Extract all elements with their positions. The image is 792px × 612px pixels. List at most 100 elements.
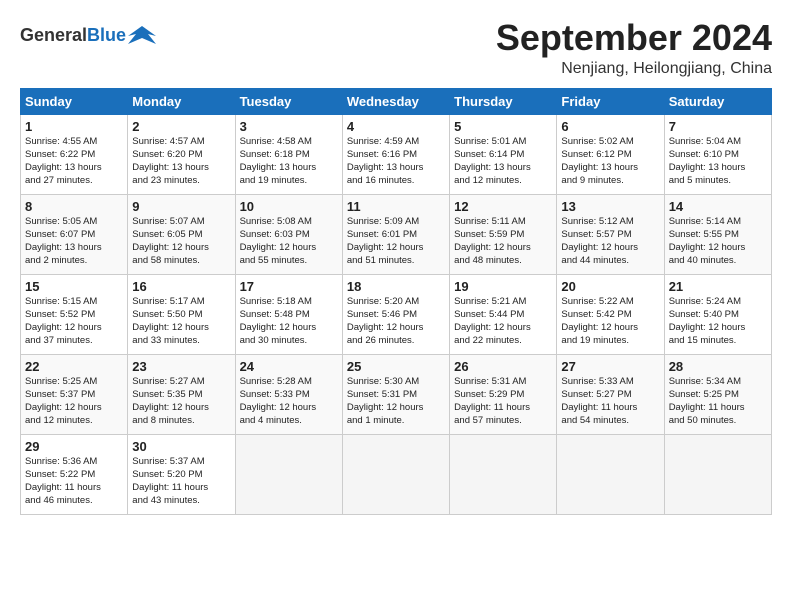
day-number: 8	[25, 198, 123, 216]
calendar-cell: 1Sunrise: 4:55 AMSunset: 6:22 PMDaylight…	[21, 114, 128, 194]
day-info: Daylight: 12 hours	[25, 322, 123, 335]
day-info: Sunset: 5:33 PM	[240, 389, 338, 402]
day-info: Sunset: 5:44 PM	[454, 309, 552, 322]
day-info: Sunset: 5:29 PM	[454, 389, 552, 402]
month-title: September 2024	[496, 18, 772, 58]
calendar-cell: 25Sunrise: 5:30 AMSunset: 5:31 PMDayligh…	[342, 354, 449, 434]
day-number: 23	[132, 358, 230, 376]
day-info: Daylight: 11 hours	[669, 402, 767, 415]
day-number: 28	[669, 358, 767, 376]
calendar-cell: 4Sunrise: 4:59 AMSunset: 6:16 PMDaylight…	[342, 114, 449, 194]
day-info: Sunset: 6:22 PM	[25, 149, 123, 162]
day-info: and 12 minutes.	[454, 175, 552, 188]
calendar-cell: 13Sunrise: 5:12 AMSunset: 5:57 PMDayligh…	[557, 194, 664, 274]
day-info: and 50 minutes.	[669, 415, 767, 428]
calendar-cell: 26Sunrise: 5:31 AMSunset: 5:29 PMDayligh…	[450, 354, 557, 434]
day-info: Sunrise: 5:14 AM	[669, 216, 767, 229]
day-info: Sunrise: 5:15 AM	[25, 296, 123, 309]
day-info: Daylight: 13 hours	[669, 162, 767, 175]
page: GeneralBlue September 2024 Nenjiang, Hei…	[0, 0, 792, 525]
day-info: Sunrise: 5:24 AM	[669, 296, 767, 309]
day-info: Sunset: 5:37 PM	[25, 389, 123, 402]
day-info: Daylight: 12 hours	[132, 322, 230, 335]
logo: GeneralBlue	[20, 22, 156, 50]
day-info: Daylight: 12 hours	[132, 402, 230, 415]
day-info: Sunset: 5:42 PM	[561, 309, 659, 322]
day-number: 20	[561, 278, 659, 296]
day-info: and 1 minute.	[347, 415, 445, 428]
calendar-cell: 22Sunrise: 5:25 AMSunset: 5:37 PMDayligh…	[21, 354, 128, 434]
day-info: Daylight: 12 hours	[347, 322, 445, 335]
calendar-cell: 2Sunrise: 4:57 AMSunset: 6:20 PMDaylight…	[128, 114, 235, 194]
day-number: 18	[347, 278, 445, 296]
day-info: Sunrise: 5:18 AM	[240, 296, 338, 309]
calendar-cell: 17Sunrise: 5:18 AMSunset: 5:48 PMDayligh…	[235, 274, 342, 354]
calendar-cell: 11Sunrise: 5:09 AMSunset: 6:01 PMDayligh…	[342, 194, 449, 274]
day-info: and 5 minutes.	[669, 175, 767, 188]
day-info: Sunrise: 4:57 AM	[132, 136, 230, 149]
day-info: and 19 minutes.	[561, 335, 659, 348]
day-info: Sunset: 5:59 PM	[454, 229, 552, 242]
day-info: Sunset: 6:05 PM	[132, 229, 230, 242]
day-info: Sunset: 5:55 PM	[669, 229, 767, 242]
day-info: Sunrise: 5:02 AM	[561, 136, 659, 149]
weekday-header-monday: Monday	[128, 88, 235, 114]
day-info: and 51 minutes.	[347, 255, 445, 268]
day-number: 30	[132, 438, 230, 456]
day-info: and 48 minutes.	[454, 255, 552, 268]
calendar-cell: 19Sunrise: 5:21 AMSunset: 5:44 PMDayligh…	[450, 274, 557, 354]
day-info: and 44 minutes.	[561, 255, 659, 268]
day-info: Sunrise: 5:31 AM	[454, 376, 552, 389]
calendar-cell	[557, 434, 664, 514]
day-info: Sunset: 5:27 PM	[561, 389, 659, 402]
calendar-cell: 28Sunrise: 5:34 AMSunset: 5:25 PMDayligh…	[664, 354, 771, 434]
day-info: and 33 minutes.	[132, 335, 230, 348]
day-number: 17	[240, 278, 338, 296]
day-info: and 30 minutes.	[240, 335, 338, 348]
day-number: 3	[240, 118, 338, 136]
day-info: Daylight: 13 hours	[561, 162, 659, 175]
day-info: and 9 minutes.	[561, 175, 659, 188]
calendar-cell: 18Sunrise: 5:20 AMSunset: 5:46 PMDayligh…	[342, 274, 449, 354]
day-info: Daylight: 12 hours	[454, 322, 552, 335]
calendar-week-row: 15Sunrise: 5:15 AMSunset: 5:52 PMDayligh…	[21, 274, 772, 354]
weekday-header-tuesday: Tuesday	[235, 88, 342, 114]
day-info: Sunset: 6:01 PM	[347, 229, 445, 242]
day-info: Sunrise: 5:25 AM	[25, 376, 123, 389]
day-info: Sunrise: 4:58 AM	[240, 136, 338, 149]
day-info: Daylight: 13 hours	[25, 162, 123, 175]
day-info: Sunset: 5:40 PM	[669, 309, 767, 322]
day-info: Sunset: 6:07 PM	[25, 229, 123, 242]
day-info: Sunrise: 5:11 AM	[454, 216, 552, 229]
calendar-cell: 30Sunrise: 5:37 AMSunset: 5:20 PMDayligh…	[128, 434, 235, 514]
day-info: Daylight: 12 hours	[347, 242, 445, 255]
day-number: 9	[132, 198, 230, 216]
day-info: Sunrise: 5:21 AM	[454, 296, 552, 309]
day-info: Sunset: 5:22 PM	[25, 469, 123, 482]
day-info: Daylight: 12 hours	[240, 242, 338, 255]
day-info: Daylight: 11 hours	[454, 402, 552, 415]
day-number: 29	[25, 438, 123, 456]
day-info: Daylight: 13 hours	[454, 162, 552, 175]
day-info: Daylight: 12 hours	[669, 242, 767, 255]
header: GeneralBlue September 2024 Nenjiang, Hei…	[20, 18, 772, 78]
calendar-week-row: 29Sunrise: 5:36 AMSunset: 5:22 PMDayligh…	[21, 434, 772, 514]
calendar-cell: 20Sunrise: 5:22 AMSunset: 5:42 PMDayligh…	[557, 274, 664, 354]
calendar-cell: 6Sunrise: 5:02 AMSunset: 6:12 PMDaylight…	[557, 114, 664, 194]
day-info: Sunset: 6:16 PM	[347, 149, 445, 162]
day-info: Sunrise: 5:08 AM	[240, 216, 338, 229]
day-number: 25	[347, 358, 445, 376]
day-info: Sunset: 5:25 PM	[669, 389, 767, 402]
weekday-header-sunday: Sunday	[21, 88, 128, 114]
calendar-cell: 16Sunrise: 5:17 AMSunset: 5:50 PMDayligh…	[128, 274, 235, 354]
day-info: Daylight: 13 hours	[347, 162, 445, 175]
calendar-cell: 12Sunrise: 5:11 AMSunset: 5:59 PMDayligh…	[450, 194, 557, 274]
day-info: and 58 minutes.	[132, 255, 230, 268]
calendar-cell: 3Sunrise: 4:58 AMSunset: 6:18 PMDaylight…	[235, 114, 342, 194]
day-number: 21	[669, 278, 767, 296]
calendar-cell: 29Sunrise: 5:36 AMSunset: 5:22 PMDayligh…	[21, 434, 128, 514]
day-number: 1	[25, 118, 123, 136]
calendar-cell	[450, 434, 557, 514]
day-info: and 15 minutes.	[669, 335, 767, 348]
day-info: Sunrise: 5:20 AM	[347, 296, 445, 309]
